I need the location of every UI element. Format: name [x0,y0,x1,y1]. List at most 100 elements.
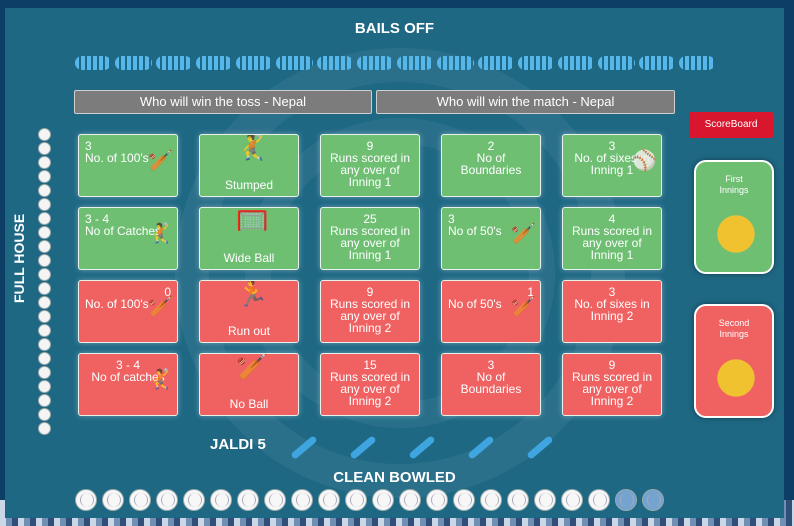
cricket-ball-icon [237,489,259,511]
game-board: BAILS OFF Who will win the toss - Nepal … [5,8,784,518]
cricket-ball-icon [534,489,556,511]
bails-icon [115,56,152,70]
fielder-catch-icon: 🤾 [148,223,173,245]
ticket-tile[interactable]: 9 Runs scored in any over of Inning 2 [320,280,420,343]
tile-text: Runs scored in any over of Inning 1 [571,224,653,262]
tile-text: No. of sixes in Inning 2 [574,297,650,323]
cricket-ball-icon [345,489,367,511]
ticket-tile[interactable]: 9 Runs scored in any over of Inning 1 [320,134,420,197]
ticket-tile[interactable]: No Ball 🏏 [199,353,299,416]
ticket-tile[interactable]: 3 - 4 No of Catches 🤾 [78,207,178,270]
ticket-tile[interactable]: 4 Runs scored in any over of Inning 1 [562,207,662,270]
second-innings-card[interactable]: Second Innings [694,304,774,418]
cricket-ball-icon [38,310,51,323]
ticket-tile[interactable]: 3 No. of sixes in Inning 2 [562,280,662,343]
cricket-ball-icon [291,489,313,511]
ticket-tile[interactable]: 15 Runs scored in any over of Inning 2 [320,353,420,416]
cricket-ball-icon [210,489,232,511]
cricket-ball-icon [399,489,421,511]
cricket-ball-icon [480,489,502,511]
cricket-ball-icon [156,489,178,511]
full-house-balls [38,128,52,435]
bails-icon [276,56,313,70]
ticket-tile[interactable]: Run out 🏃 [199,280,299,343]
cricket-ball-icon [38,324,51,337]
cricket-ball-icon [38,198,51,211]
batsman-icon: 🏏 [148,296,173,318]
cricket-ball-icon [38,352,51,365]
ticket-tile[interactable]: 3 No. of sixes in Inning 1 ⚾ [562,134,662,197]
full-house-label: FULL HOUSE [11,213,27,303]
jaldi-5-label: JALDI 5 [210,436,266,453]
bails-icon [558,56,595,70]
ticket-tile[interactable]: Stumped 🤾 [199,134,299,197]
clean-bowled-balls [75,489,664,511]
batsman-illustration-icon [708,204,764,264]
wicket-icon: 🥅 [236,207,269,235]
cricket-ball-icon: ⚾ [632,150,657,172]
cricket-ball-icon [38,142,51,155]
tile-text: Runs scored in any over of Inning 1 [329,151,411,189]
cricket-ball-icon [38,254,51,267]
clean-bowled-title: CLEAN BOWLED [333,469,456,486]
tile-text: Wide Ball [223,251,275,265]
bails-off-icons [75,54,715,72]
batsman-icon: 🏏 [148,150,173,172]
cricket-ball-icon [38,156,51,169]
cricket-bat-icon [405,434,437,460]
ticket-tile[interactable]: 2 No of Boundaries [441,134,541,197]
cricket-ball-icon [38,268,51,281]
cricket-ball-icon [588,489,610,511]
cricket-ball-icon [615,489,637,511]
fielder-catch-icon: 🤾 [148,369,173,391]
diving-batsman-icon: 🏏 [511,296,536,318]
cricket-bat-icon [523,434,555,460]
bails-icon [236,56,273,70]
ticket-tile[interactable]: 3 No of Boundaries [441,353,541,416]
ticket-tile[interactable]: 9 Runs scored in any over of Inning 2 [562,353,662,416]
cricket-ball-icon [264,489,286,511]
ticket-tile[interactable]: 3 No of 50's 🏏 [441,207,541,270]
cricket-ball-icon [38,408,51,421]
ticket-tile[interactable]: 3 No. of 100's 🏏 [78,134,178,197]
cricket-ball-icon [642,489,664,511]
ticket-tile[interactable]: 3 - 4 No of catches 🤾 [78,353,178,416]
cricket-ball-icon [75,489,97,511]
fielder-catch-icon: 🤾 [236,134,269,162]
bails-icon [155,56,192,70]
tile-text: No of Boundaries [460,370,522,396]
cricket-ball-icon [38,212,51,225]
bails-icon [517,56,554,70]
cricket-ball-icon [38,338,51,351]
bails-icon [356,56,393,70]
tile-text: Runs scored in any over of Inning 2 [329,370,411,408]
cricket-ball-icon [38,394,51,407]
bails-off-title: BAILS OFF [354,20,435,37]
diving-batsman-icon: 🏏 [511,223,536,245]
cricket-ball-icon [102,489,124,511]
scoreboard-button[interactable]: ScoreBoard [689,112,773,138]
cricket-ball-icon [38,184,51,197]
tile-text: No of Boundaries [460,151,522,177]
ticket-tile[interactable]: 25 Runs scored in any over of Inning 1 [320,207,420,270]
jaldi-5-bats [287,434,555,460]
cricket-ball-icon [38,296,51,309]
toss-prediction-bar[interactable]: Who will win the toss - Nepal [74,90,372,114]
bails-icon [195,56,232,70]
match-prediction-bar[interactable]: Who will win the match - Nepal [376,90,675,114]
cricket-ball-icon [426,489,448,511]
cricket-ball-icon [561,489,583,511]
ticket-tile[interactable]: 0 No. of 100's 🏏 [78,280,178,343]
tile-text: Stumped [224,178,274,192]
ticket-tile[interactable]: Wide Ball 🥅 [199,207,299,270]
cricket-ball-icon [129,489,151,511]
tile-text: No Ball [229,397,269,411]
ticket-tile[interactable]: 1 No of 50's 🏏 [441,280,541,343]
bails-icon [477,56,514,70]
cricket-ball-icon [507,489,529,511]
bails-icon [638,56,675,70]
second-innings-label: Second Innings [718,318,750,339]
tile-text: Run out [227,324,271,338]
first-innings-card[interactable]: First Innings [694,160,774,274]
cricket-ball-icon [38,240,51,253]
